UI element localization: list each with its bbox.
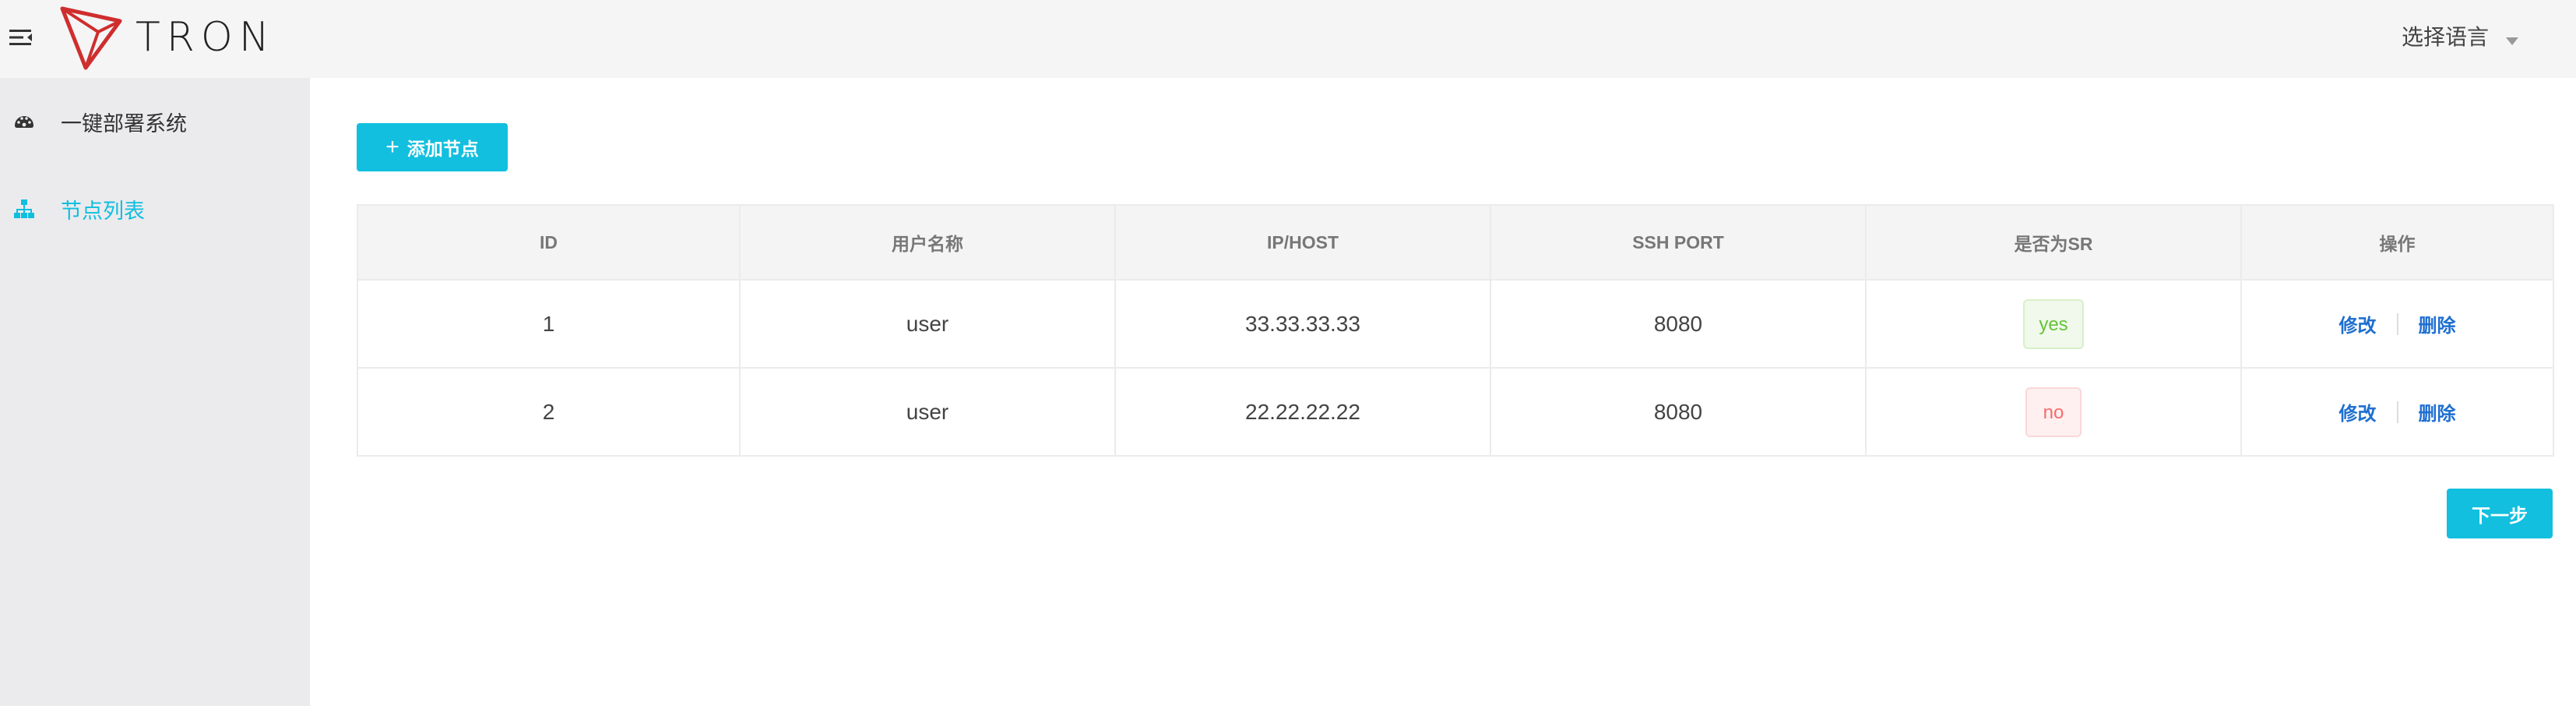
table-header-row: ID 用户名称 IP/HOST SSH PORT 是否为SR 操作: [357, 204, 2554, 281]
add-node-button[interactable]: + 添加节点: [357, 123, 508, 171]
sidebar-item-label: 节点列表: [61, 199, 145, 223]
add-node-label: 添加节点: [406, 139, 479, 159]
language-select[interactable]: 选择语言: [2402, 20, 2518, 51]
tron-logo-icon: [60, 6, 122, 70]
sidebar-item-label: 一键部署系统: [61, 111, 187, 136]
cell-actions: 修改 删除: [2240, 279, 2554, 369]
column-header-actions: 操作: [2240, 204, 2554, 281]
column-header-host: IP/HOST: [1114, 204, 1491, 281]
cell-host: 33.33.33.33: [1114, 279, 1491, 369]
sr-status-badge: yes: [2023, 298, 2084, 349]
cell-ssh-port: 8080: [1490, 367, 1867, 457]
cell-id: 1: [357, 279, 741, 369]
sitemap-icon: [14, 199, 34, 218]
cell-ssh-port: 8080: [1490, 279, 1867, 369]
plus-icon: +: [385, 134, 399, 160]
top-header: TRON 选择语言: [0, 0, 2576, 78]
sidebar: [0, 78, 310, 706]
column-header-username: 用户名称: [739, 204, 1116, 281]
cell-username: user: [739, 367, 1116, 457]
cell-host: 22.22.22.22: [1114, 367, 1491, 457]
cell-is-sr: no: [1865, 367, 2242, 457]
table-row: 1 user 33.33.33.33 8080 yes 修改 删除: [357, 279, 2554, 369]
cell-id: 2: [357, 367, 741, 457]
cell-is-sr: yes: [1865, 279, 2242, 369]
column-header-ssh-port: SSH PORT: [1490, 204, 1867, 281]
table-row: 2 user 22.22.22.22 8080 no 修改 删除: [357, 367, 2554, 457]
node-table: ID 用户名称 IP/HOST SSH PORT 是否为SR 操作 1 user…: [357, 204, 2554, 457]
next-step-button[interactable]: 下一步: [2447, 489, 2553, 538]
cell-actions: 修改 删除: [2240, 367, 2554, 457]
sidebar-item-node-list[interactable]: 节点列表: [0, 185, 310, 232]
language-label: 选择语言: [2401, 25, 2489, 49]
logo-text: TRON: [135, 14, 276, 61]
cell-username: user: [739, 279, 1116, 369]
sidebar-item-deploy[interactable]: 一键部署系统: [0, 98, 310, 145]
edit-link[interactable]: 修改: [2339, 310, 2377, 337]
delete-link[interactable]: 删除: [2419, 310, 2456, 337]
tron-logo[interactable]: TRON: [59, 3, 276, 72]
divider: [2396, 312, 2398, 335]
caret-down-icon: [2506, 37, 2518, 45]
delete-link[interactable]: 删除: [2419, 398, 2456, 425]
edit-link[interactable]: 修改: [2339, 398, 2377, 425]
column-header-id: ID: [357, 204, 741, 281]
dashboard-icon: [15, 116, 33, 128]
column-header-is-sr: 是否为SR: [1865, 204, 2242, 281]
sr-status-badge: no: [2025, 387, 2082, 437]
divider: [2396, 401, 2398, 423]
menu-toggle-icon[interactable]: [8, 23, 36, 51]
